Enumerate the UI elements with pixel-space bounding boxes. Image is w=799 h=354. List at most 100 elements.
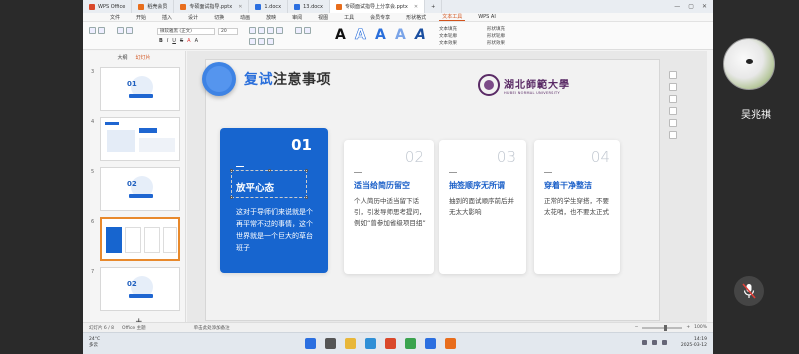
card-title[interactable]: 穿着干净整洁 — [544, 180, 592, 191]
menu-text-tools[interactable]: 文本工具 — [439, 13, 466, 21]
notes-hint[interactable]: 单击此处添加备注 — [194, 325, 230, 331]
maximize-icon[interactable]: ▢ — [688, 3, 694, 10]
close-tab-icon[interactable]: ✕ — [238, 4, 242, 10]
columns-icon[interactable] — [267, 38, 274, 45]
tab-daoke[interactable]: 稻壳会员 — [132, 0, 175, 13]
close-icon[interactable]: ✕ — [702, 3, 707, 10]
strikethrough-icon[interactable]: S — [180, 38, 183, 44]
resize-handle[interactable] — [305, 196, 308, 199]
align-center-icon[interactable] — [276, 27, 283, 34]
underline-icon[interactable]: U — [172, 38, 176, 44]
slide-thumbnail[interactable]: 01 — [100, 67, 180, 111]
menu-review[interactable]: 审阅 — [289, 14, 305, 21]
volume-icon[interactable] — [652, 340, 657, 345]
font-size-select[interactable]: 20 — [218, 28, 238, 35]
mute-button[interactable] — [734, 276, 764, 306]
menu-view[interactable]: 视图 — [315, 14, 331, 21]
bullets-icon[interactable] — [249, 27, 256, 34]
font-color-icon[interactable]: A — [187, 38, 190, 44]
paste-icon[interactable] — [89, 27, 96, 34]
tab-slides[interactable]: 幻灯片 — [136, 54, 151, 61]
menu-slideshow[interactable]: 放映 — [263, 14, 279, 21]
tab-doc-1[interactable]: 专硕面试指导.pptx ✕ — [174, 0, 250, 13]
more-icon[interactable] — [669, 131, 677, 139]
align-left-icon[interactable] — [267, 27, 274, 34]
text-outline-button[interactable]: 文本轮廓 — [439, 33, 457, 39]
slide-thumbnail-selected[interactable] — [100, 217, 180, 261]
shape-outline-button[interactable]: 形状轮廓 — [487, 33, 505, 39]
card-title[interactable]: 放平心态 — [236, 180, 274, 194]
menu-file[interactable]: 文件 — [107, 14, 123, 21]
shape-icon[interactable] — [669, 83, 677, 91]
zoom-slider[interactable] — [642, 324, 683, 331]
zoom-in-icon[interactable]: + — [686, 325, 690, 330]
wifi-icon[interactable] — [642, 340, 647, 345]
slide-thumbnail[interactable]: 02 — [100, 267, 180, 311]
outline-icon[interactable] — [669, 119, 677, 127]
tab-doc-active[interactable]: 专硕面试指导上分享会.pptx ✕ — [330, 0, 426, 13]
card-body[interactable]: 正常的学生穿搭，不要太花哨，也不要太正式 — [544, 196, 612, 218]
menu-transition[interactable]: 切换 — [211, 14, 227, 21]
resize-handle[interactable] — [230, 196, 233, 199]
line-spacing-icon[interactable] — [249, 38, 256, 45]
text-style-preset-4[interactable]: A — [395, 27, 406, 43]
search-icon[interactable] — [325, 338, 336, 349]
wps-icon[interactable] — [385, 338, 396, 349]
resize-handle[interactable] — [305, 169, 308, 172]
tip-card-4[interactable]: 04 穿着干净整洁 正常的学生穿搭，不要太花哨，也不要太正式 — [534, 140, 620, 274]
weather-widget[interactable]: 24°C 多云 — [89, 337, 100, 349]
bold-icon[interactable]: B — [159, 38, 163, 44]
card-body[interactable]: 抽到的面试顺序前后并无太大影响 — [449, 196, 518, 218]
card-body[interactable]: 这对于导师们来说就是个再平常不过的事情，这个世界就是一个巨大的草台班子 — [236, 206, 318, 254]
text-fill-button[interactable]: 文本填充 — [439, 26, 457, 32]
card-body[interactable]: 个人简历中适当留下话引，引发导师思考提问，例如“曾参加省级项目组” — [354, 196, 426, 229]
text-style-preset-2[interactable]: A — [355, 27, 366, 44]
layout-icon[interactable] — [126, 27, 133, 34]
powerpoint-icon[interactable] — [445, 338, 456, 349]
wechat-icon[interactable] — [405, 338, 416, 349]
text-effect-button[interactable]: 文本效果 — [439, 40, 457, 46]
menu-member[interactable]: 会员专享 — [367, 14, 393, 21]
edge-icon[interactable] — [365, 338, 376, 349]
style-icon[interactable] — [669, 95, 677, 103]
tab-doc-2[interactable]: 1.docx — [249, 0, 289, 13]
text-style-preset-3[interactable]: A — [375, 27, 386, 43]
text-style-preset-1[interactable]: A — [335, 27, 346, 43]
menu-shape-format[interactable]: 形状格式 — [403, 14, 429, 21]
zoom-icon[interactable] — [669, 71, 677, 79]
file-explorer-icon[interactable] — [345, 338, 356, 349]
slide-thumbnail[interactable]: 02 — [100, 167, 180, 211]
zoom-level[interactable]: 100% — [694, 325, 707, 330]
zoom-out-icon[interactable]: − — [635, 325, 639, 330]
meeting-app-icon[interactable] — [425, 338, 436, 349]
tab-doc-3[interactable]: 13.docx — [288, 0, 331, 13]
highlight-icon[interactable]: A — [195, 38, 198, 44]
resize-handle[interactable] — [230, 169, 233, 172]
tab-wps-office[interactable]: WPS Office — [83, 0, 133, 13]
tip-card-3[interactable]: 03 抽签顺序无所谓 抽到的面试顺序前后并无太大影响 — [439, 140, 526, 274]
close-tab-icon[interactable]: ✕ — [414, 4, 418, 10]
slide-thumbnail[interactable] — [100, 117, 180, 161]
tab-outline[interactable]: 大纲 — [117, 54, 127, 61]
card-title[interactable]: 适当给简历留空 — [354, 180, 410, 191]
battery-icon[interactable] — [662, 340, 667, 345]
slide[interactable]: 复试注意事项 湖北師範大學 HUBEI NORMAL UNIVERSITY 01 — [202, 59, 660, 321]
text-style-preset-5[interactable]: A — [415, 27, 426, 43]
font-name-select[interactable]: 微软雅黑 (正文) — [157, 28, 215, 35]
shape-fill-button[interactable]: 形状填充 — [487, 26, 505, 32]
shape-effect-button[interactable]: 形状效果 — [487, 40, 505, 46]
tip-card-1[interactable]: 01 放平心态 这对于导师们来说就是个再平常不过的事情，这个世界就是一个巨大的草… — [220, 128, 328, 273]
textbox-icon[interactable] — [295, 27, 302, 34]
fill-icon[interactable] — [669, 107, 677, 115]
convert-icon[interactable] — [304, 27, 311, 34]
tip-card-2[interactable]: 02 适当给简历留空 个人简历中适当留下话引，引发导师思考提问，例如“曾参加省级… — [344, 140, 434, 274]
menu-tools[interactable]: 工具 — [341, 14, 357, 21]
menu-insert[interactable]: 插入 — [159, 14, 175, 21]
numbering-icon[interactable] — [258, 27, 265, 34]
new-slide-icon[interactable] — [117, 27, 124, 34]
participant-avatar[interactable] — [723, 38, 775, 90]
text-direction-icon[interactable] — [258, 38, 265, 45]
minimize-icon[interactable]: — — [674, 3, 680, 10]
start-icon[interactable] — [305, 338, 316, 349]
italic-icon[interactable]: I — [167, 38, 168, 44]
